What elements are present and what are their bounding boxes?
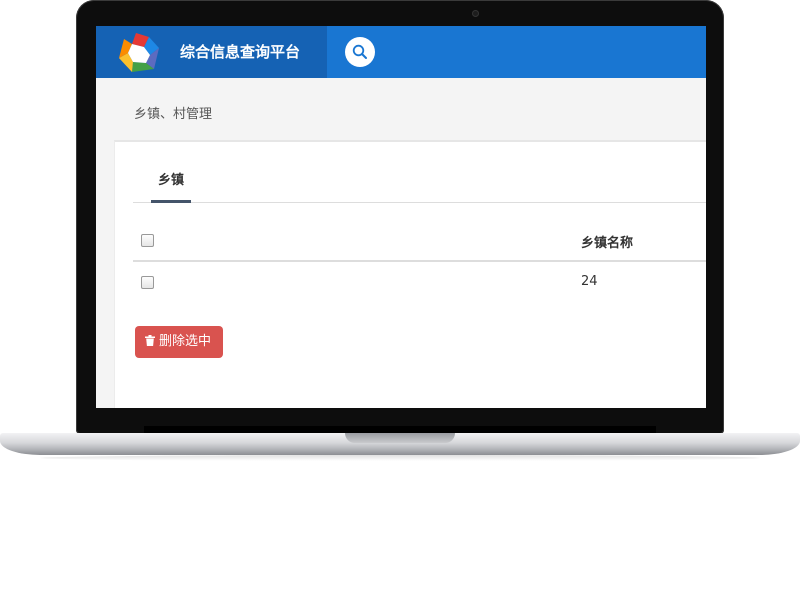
trash-icon xyxy=(145,335,155,346)
breadcrumb-bar: 乡镇、村管理 xyxy=(96,78,706,140)
table-header: 乡镇名称 xyxy=(133,220,706,262)
table-row: 24 xyxy=(133,262,706,302)
brand-area[interactable]: 综合信息查询平台 xyxy=(96,26,327,78)
search-button[interactable] xyxy=(345,37,375,67)
delete-selected-label: 删除选中 xyxy=(159,334,212,349)
content-panel: 乡镇 乡镇名称 24 删除选中 xyxy=(114,140,706,408)
laptop-notch xyxy=(345,433,455,443)
select-all-checkbox[interactable] xyxy=(141,234,154,247)
township-name-cell: 24 xyxy=(581,274,598,289)
laptop-shadow xyxy=(40,455,760,461)
app-title: 综合信息查询平台 xyxy=(180,43,301,61)
tab-township[interactable]: 乡镇 xyxy=(151,168,191,203)
column-header-township-name: 乡镇名称 xyxy=(581,236,634,251)
camera xyxy=(472,10,479,17)
app-screen: 综合信息查询平台 乡镇、村管理 乡镇 乡镇名称 24 删除选中 xyxy=(96,26,706,408)
laptop-mockup: 综合信息查询平台 乡镇、村管理 乡镇 乡镇名称 24 删除选中 xyxy=(0,0,800,600)
logo-icon xyxy=(119,33,159,72)
top-navbar: 综合信息查询平台 xyxy=(96,26,706,78)
delete-selected-button[interactable]: 删除选中 xyxy=(135,326,224,358)
search-icon xyxy=(352,44,367,59)
tab-bar: 乡镇 xyxy=(133,168,706,203)
breadcrumb: 乡镇、村管理 xyxy=(134,107,213,122)
row-checkbox[interactable] xyxy=(141,276,154,289)
